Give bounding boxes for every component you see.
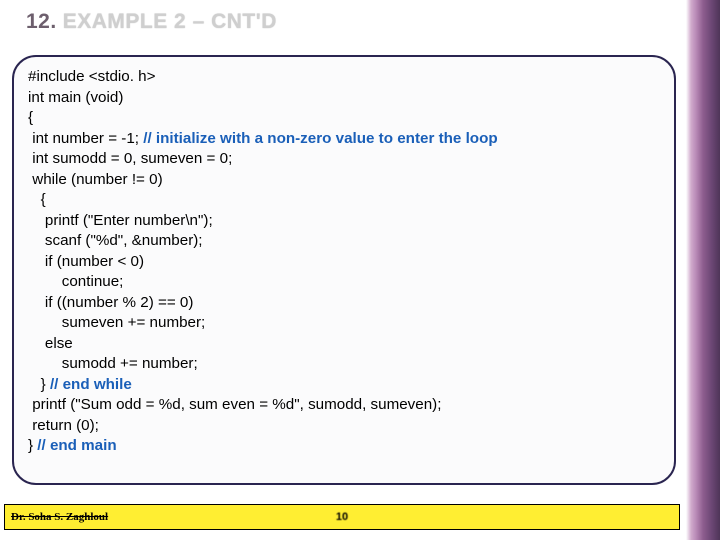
code-line: while (number != 0): [28, 170, 660, 191]
slide-title: 12. EXAMPLE 2 – CNT'D: [26, 10, 277, 34]
code-comment: // end while: [50, 376, 132, 393]
code-line: sumodd += number;: [28, 354, 660, 375]
slide: 12. EXAMPLE 2 – CNT'D #include <stdio. h>…: [0, 0, 720, 540]
code-line: } // end while: [28, 375, 660, 396]
code-line: printf ("Enter number\n");: [28, 211, 660, 232]
decorative-gradient-strip: [686, 0, 720, 540]
code-line: } // end main: [28, 436, 660, 457]
code-line: else: [28, 334, 660, 355]
code-line: int sumodd = 0, sumeven = 0;: [28, 149, 660, 170]
code-line: {: [28, 190, 660, 211]
slide-title-text: EXAMPLE 2 – CNT'D: [63, 10, 277, 33]
code-box: #include <stdio. h> int main (void) { in…: [12, 55, 676, 485]
code-comment: // initialize with a non-zero value to e…: [143, 130, 497, 147]
footer-author: Dr. Soha S. Zaghloul: [5, 511, 108, 523]
code-comment: // end main: [37, 437, 116, 454]
code-line: continue;: [28, 272, 660, 293]
slide-number: 12.: [26, 10, 57, 33]
footer-bar: Dr. Soha S. Zaghloul 10: [4, 504, 680, 530]
code-line: int number = -1; // initialize with a no…: [28, 129, 660, 150]
code-line: printf ("Sum odd = %d, sum even = %d", s…: [28, 395, 660, 416]
code-line: if (number < 0): [28, 252, 660, 273]
code-line: sumeven += number;: [28, 313, 660, 334]
code-line: #include <stdio. h>: [28, 67, 660, 88]
code-line: return (0);: [28, 416, 660, 437]
footer-page-number: 10: [336, 511, 348, 523]
code-line: int main (void): [28, 88, 660, 109]
code-line: {: [28, 108, 660, 129]
code-line: if ((number % 2) == 0): [28, 293, 660, 314]
code-line: scanf ("%d", &number);: [28, 231, 660, 252]
